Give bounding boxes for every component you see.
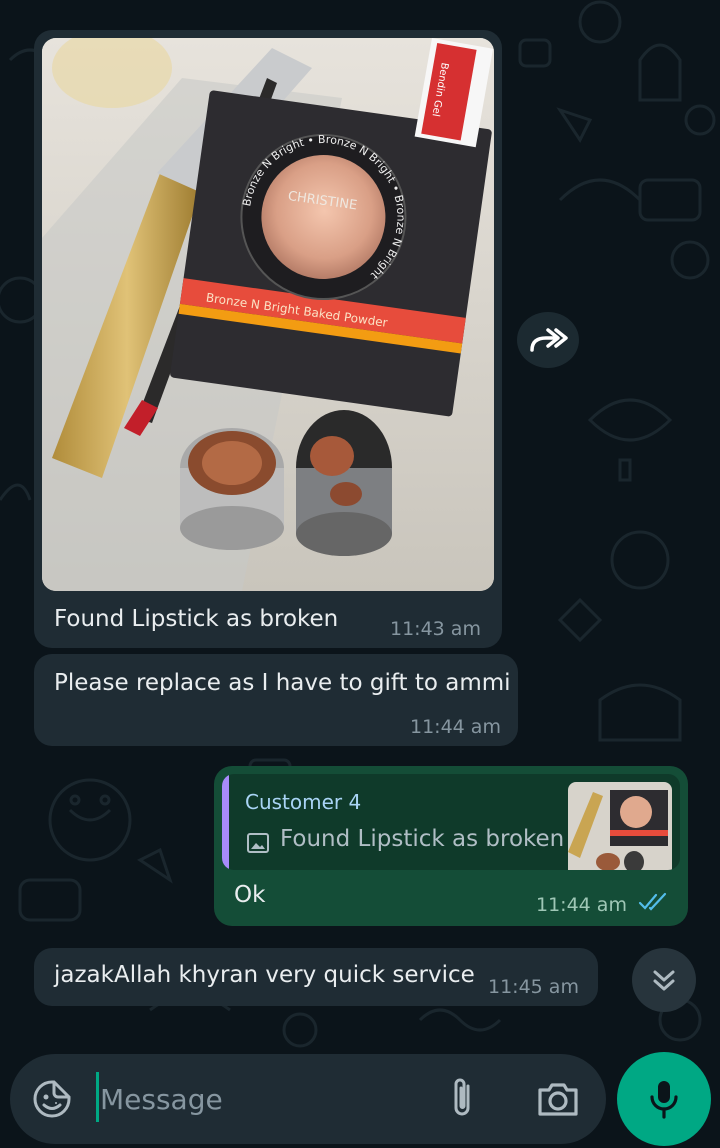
outgoing-reply-message[interactable]: Customer 4 Found Lipstick as broken Ok 1… — [214, 766, 688, 926]
image-icon — [247, 833, 269, 853]
incoming-image-message[interactable]: Bronze N Bright Baked Powder Bronze N Br… — [34, 30, 502, 648]
message-caption: Found Lipstick as broken — [54, 606, 339, 632]
scroll-to-bottom-button[interactable] — [632, 948, 696, 1012]
quoted-text: Found Lipstick as broken — [280, 826, 565, 852]
voice-message-button[interactable] — [617, 1052, 711, 1146]
message-input[interactable] — [98, 1074, 442, 1124]
microphone-icon — [650, 1081, 678, 1119]
message-time: 11:43 am — [390, 618, 481, 640]
incoming-text-message[interactable]: Please replace as I have to gift to ammi… — [34, 654, 518, 746]
message-composer — [10, 1054, 606, 1144]
quoted-message[interactable]: Customer 4 Found Lipstick as broken — [222, 774, 680, 870]
message-text: Ok — [234, 882, 266, 908]
message-time: 11:45 am — [488, 976, 579, 998]
quoted-thumbnail — [568, 782, 672, 870]
quoted-author: Customer 4 — [245, 790, 362, 814]
message-time: 11:44 am — [536, 894, 627, 916]
double-chevron-down-icon — [653, 970, 675, 991]
forward-icon — [530, 328, 568, 352]
sticker-icon[interactable] — [32, 1079, 72, 1119]
double-check-icon — [638, 892, 667, 911]
message-text: jazakAllah khyran very quick service — [54, 962, 475, 988]
paperclip-icon[interactable] — [448, 1076, 478, 1120]
message-photo[interactable]: Bronze N Bright Baked Powder Bronze N Br… — [42, 38, 494, 591]
quote-accent-bar — [222, 774, 229, 870]
forward-button[interactable] — [517, 312, 579, 368]
camera-icon[interactable] — [536, 1080, 580, 1118]
message-text: Please replace as I have to gift to ammi — [54, 670, 511, 696]
incoming-text-message[interactable]: jazakAllah khyran very quick service 11:… — [34, 948, 598, 1006]
message-time: 11:44 am — [410, 716, 501, 738]
